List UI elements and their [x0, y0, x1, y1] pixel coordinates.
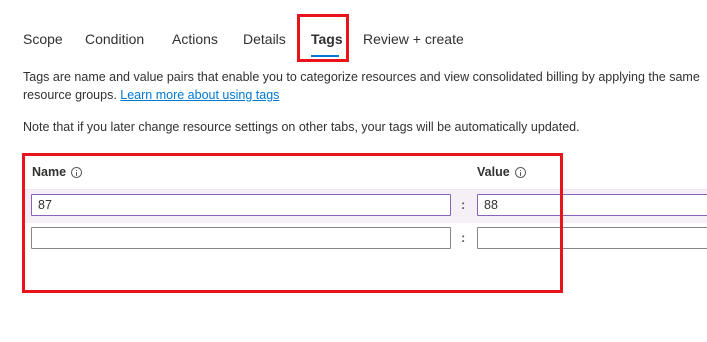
- tags-note: Note that if you later change resource s…: [23, 120, 580, 134]
- tab-condition[interactable]: Condition: [85, 29, 144, 49]
- tag-value-input[interactable]: [477, 227, 707, 249]
- tag-name-input[interactable]: [31, 194, 451, 216]
- name-value-separator: :: [461, 230, 466, 245]
- value-header-label: Value: [477, 165, 510, 179]
- name-column-header: Name: [32, 163, 83, 181]
- name-value-separator: :: [461, 197, 466, 212]
- tag-name-input[interactable]: [31, 227, 451, 249]
- description-line-1: Tags are name and value pairs that enabl…: [23, 70, 700, 84]
- value-column-header: Value: [477, 163, 526, 181]
- active-tab-indicator: [311, 55, 339, 57]
- tab-review-create[interactable]: Review + create: [363, 29, 464, 49]
- learn-more-link[interactable]: Learn more about using tags: [120, 88, 279, 102]
- description-line-2: resource groups.: [23, 88, 121, 102]
- tab-details[interactable]: Details: [243, 29, 286, 49]
- tab-tags[interactable]: Tags: [311, 29, 343, 49]
- tag-value-input[interactable]: [477, 194, 707, 216]
- tab-scope[interactable]: Scope: [23, 29, 63, 49]
- name-header-label: Name: [32, 165, 67, 179]
- tags-table: Name Value : :: [25, 156, 707, 256]
- info-icon[interactable]: [71, 166, 83, 178]
- info-icon[interactable]: [514, 166, 526, 178]
- tags-page: Scope Condition Actions Details Tags Rev…: [0, 0, 707, 342]
- tab-actions[interactable]: Actions: [172, 29, 218, 49]
- tags-description: Tags are name and value pairs that enabl…: [23, 68, 707, 104]
